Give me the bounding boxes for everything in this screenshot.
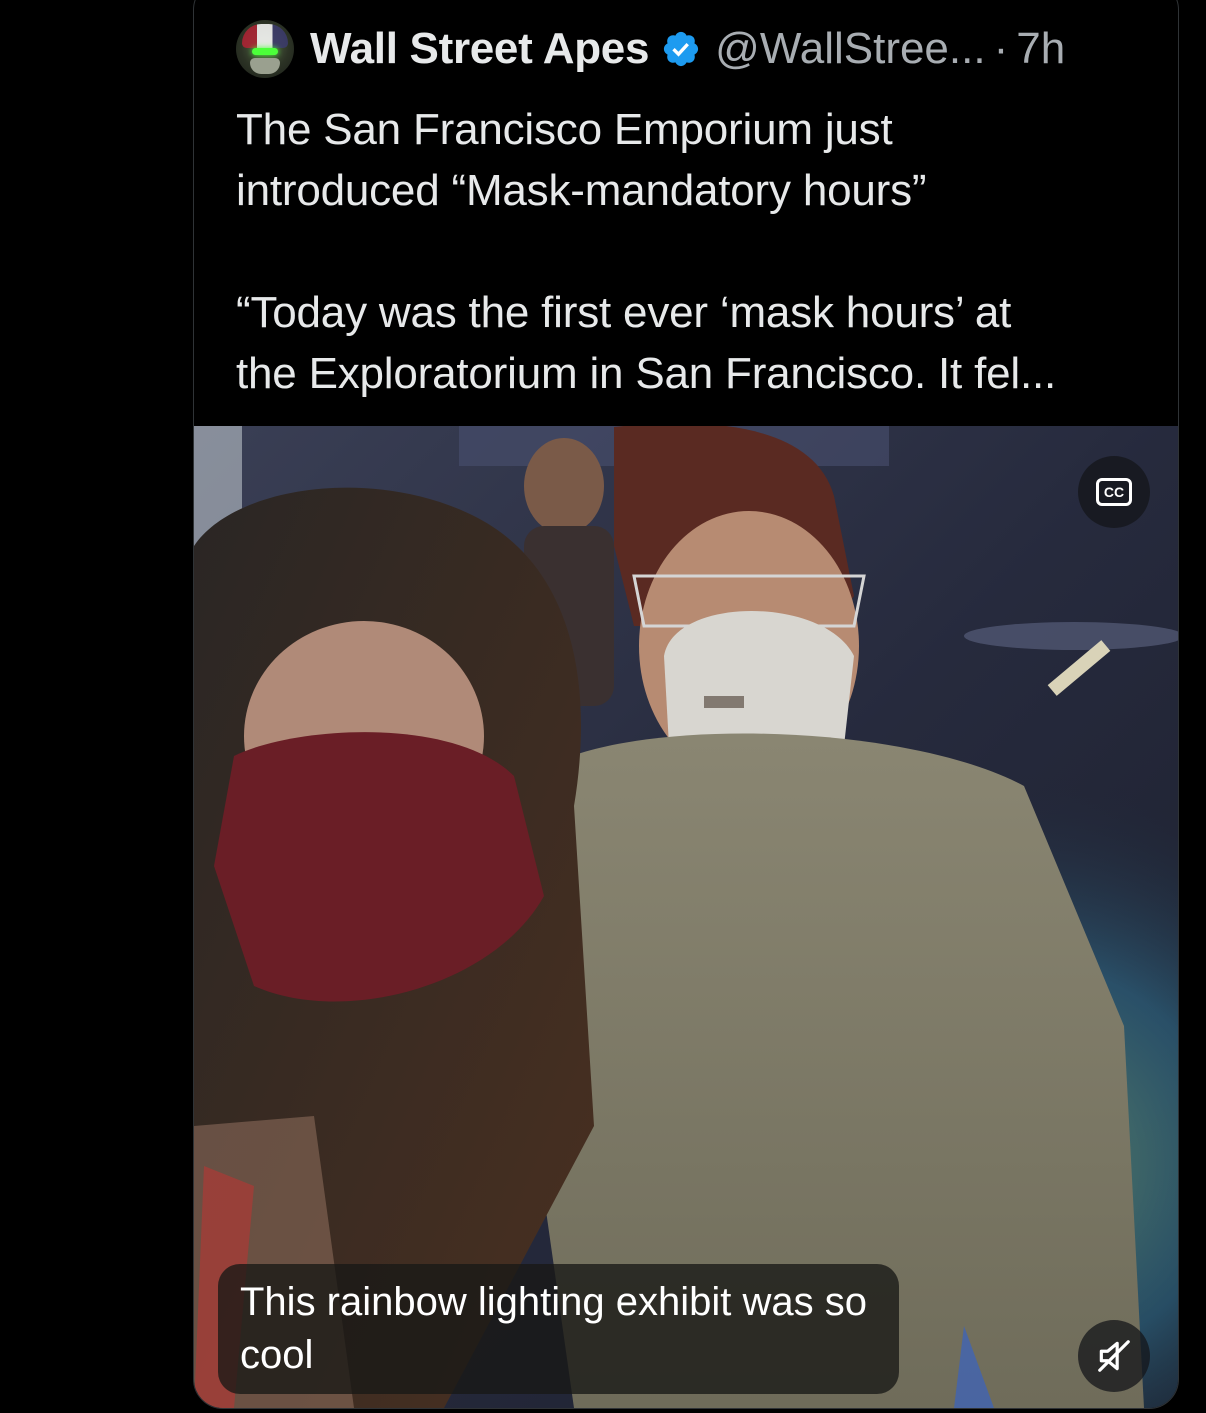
quoted-post-card[interactable]: Wall Street Apes @WallStree... · 7h The … (193, 0, 1179, 1409)
video-player[interactable]: CC This rainbow lighting exhibit was so … (194, 426, 1178, 1408)
author-display-name[interactable]: Wall Street Apes (310, 24, 649, 74)
post-text-line: introduced “Mask-mandatory hours” (236, 166, 927, 215)
post-timestamp[interactable]: 7h (1016, 24, 1065, 74)
ape-helmet-avatar-icon[interactable] (236, 20, 294, 78)
post-text-line: “Today was the first ever ‘mask hours’ a… (236, 288, 1012, 337)
verified-badge-icon (664, 31, 699, 67)
video-caption-box: This rainbow lighting exhibit was so coo… (218, 1264, 899, 1394)
closed-captions-icon: CC (1096, 478, 1132, 506)
video-frame (194, 426, 1178, 1408)
separator-dot: · (993, 24, 1009, 73)
author-handle[interactable]: @WallStree... (715, 24, 985, 74)
closed-captions-button[interactable]: CC (1078, 456, 1150, 528)
post-text-line: The San Francisco Emporium just (236, 105, 893, 154)
post-text[interactable]: The San Francisco Emporium just introduc… (236, 99, 1156, 404)
muted-speaker-icon (1098, 1340, 1130, 1372)
unmute-button[interactable] (1078, 1320, 1150, 1392)
video-caption-text: This rainbow lighting exhibit was so coo… (240, 1280, 867, 1377)
post-author-row: Wall Street Apes @WallStree... · 7h (236, 19, 1065, 79)
post-text-line: the Exploratorium in San Francisco. It f… (236, 349, 1057, 398)
page: Wall Street Apes @WallStree... · 7h The … (0, 0, 1206, 1413)
